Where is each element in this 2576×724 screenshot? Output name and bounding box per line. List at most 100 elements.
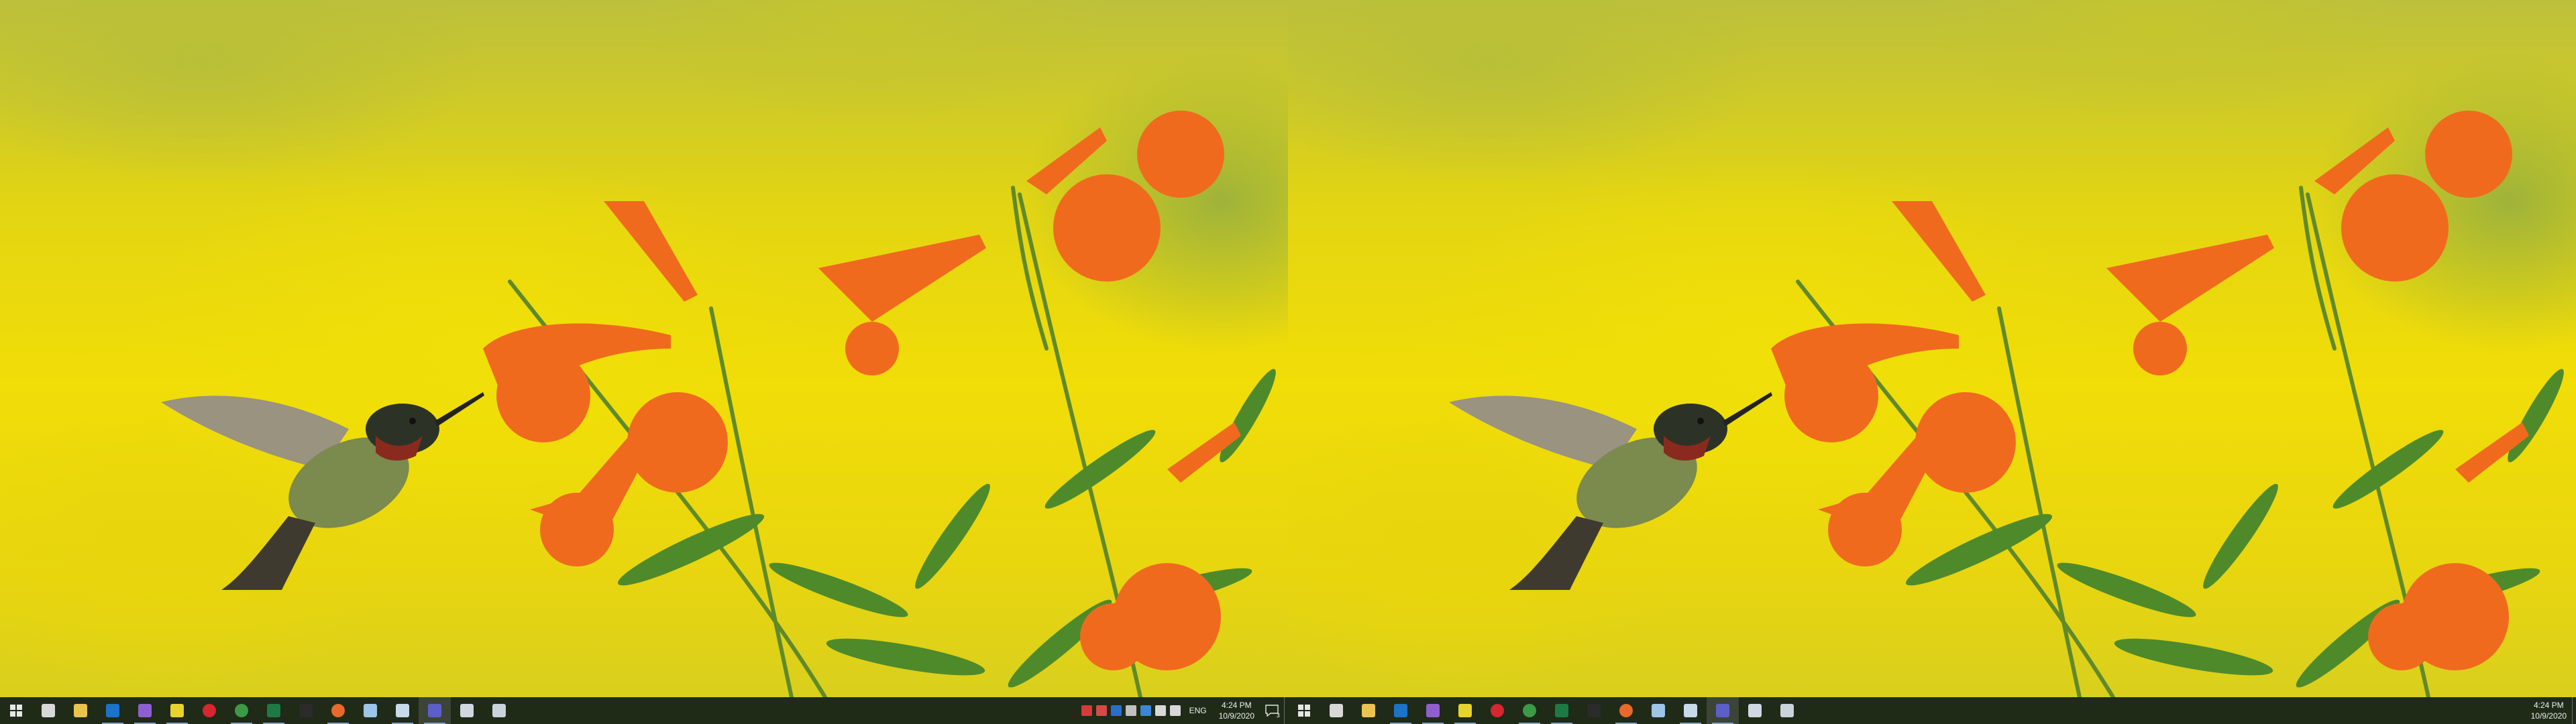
chrome-button[interactable] [225, 697, 258, 724]
chrome-icon [235, 704, 248, 717]
excel-icon [1555, 704, 1568, 717]
outlook-icon [1394, 704, 1407, 717]
leaf [2203, 483, 2278, 589]
tray-app-2-icon[interactable] [1095, 705, 1107, 716]
visual-studio-button[interactable] [1417, 697, 1449, 724]
leaf [1044, 430, 1156, 509]
input-language-indicator[interactable]: ENG [1189, 706, 1207, 715]
flower-stem [709, 306, 794, 697]
hummingbird-beak [1723, 392, 1772, 426]
documents-button[interactable] [386, 697, 419, 724]
start-button[interactable] [0, 697, 32, 724]
taskbar-clock[interactable]: 4:24 PM 10/9/2020 [1219, 700, 1254, 721]
tray-app-4-icon[interactable] [1125, 705, 1136, 716]
primary-monitor: ENG 4:24 PM 10/9/2020 3 [0, 0, 1288, 724]
secondary-tray: 4:24 PM 10/9/2020 [2526, 697, 2576, 724]
firefox-button[interactable] [322, 697, 354, 724]
hummingbird-flowers-artwork [1449, 111, 2564, 697]
volume-icon[interactable] [1169, 705, 1181, 716]
terminal-icon [299, 704, 313, 717]
flower-bloom [540, 493, 614, 566]
taskbar-pinned-apps [0, 697, 515, 724]
leaf [2332, 430, 2444, 509]
visual-studio-icon [138, 704, 152, 717]
desktop-wallpaper [0, 0, 1288, 697]
document-icon [1684, 704, 1697, 717]
task-view-icon [1330, 704, 1343, 717]
search-app-button[interactable] [483, 697, 515, 724]
teams-icon [428, 704, 441, 717]
system-tray: ENG 4:24 PM 10/9/2020 3 [1079, 697, 1288, 724]
sticky-notes-button[interactable] [1449, 697, 1481, 724]
clock-time: 4:24 PM [1221, 701, 1252, 710]
network-icon[interactable] [1155, 705, 1166, 716]
excel-button[interactable] [1546, 697, 1578, 724]
folder-icon [74, 704, 87, 717]
notepad-icon [364, 704, 377, 717]
search-app-button[interactable] [1771, 697, 1803, 724]
notification-count: 3 [1276, 713, 1280, 719]
notepad-icon [1652, 704, 1665, 717]
flower-stem [1997, 306, 2082, 697]
start-button[interactable] [1288, 697, 1320, 724]
cloud-app-button[interactable] [1739, 697, 1771, 724]
flower-bloom [2368, 603, 2435, 670]
windows-logo-icon [10, 705, 22, 717]
terminal-button[interactable] [1578, 697, 1610, 724]
excel-button[interactable] [258, 697, 290, 724]
flower [2106, 235, 2274, 322]
cloud-app-button[interactable] [451, 697, 483, 724]
hummingbird-eye [409, 418, 416, 424]
primary-taskbar: ENG 4:24 PM 10/9/2020 3 [0, 697, 1288, 724]
magnifier-icon [1780, 704, 1794, 717]
tray-app-3-icon[interactable] [1110, 705, 1122, 716]
clock-time: 4:24 PM [2533, 701, 2564, 710]
flower-bloom [2133, 322, 2187, 375]
chrome-icon [1523, 704, 1536, 717]
leaf [915, 483, 990, 589]
flower-stem [2299, 186, 2337, 351]
file-explorer-button[interactable] [64, 697, 97, 724]
flower-bloom [1053, 174, 1161, 282]
desktop-wallpaper [1288, 0, 2576, 697]
flower-bloom [1828, 493, 1902, 566]
tray-app-5-icon[interactable] [1140, 705, 1151, 716]
taskbar-clock[interactable]: 4:24 PM 10/9/2020 [2531, 700, 2567, 721]
tray-icons [1079, 705, 1183, 716]
chrome-button[interactable] [1513, 697, 1546, 724]
flower-bloom [2341, 174, 2449, 282]
hummingbird-tail [1509, 516, 1603, 590]
document-icon [396, 704, 409, 717]
terminal-button[interactable] [290, 697, 322, 724]
notepad-button[interactable] [1642, 697, 1674, 724]
teams-button[interactable] [419, 697, 451, 724]
outlook-button[interactable] [97, 697, 129, 724]
opera-button[interactable] [193, 697, 225, 724]
sticky-notes-button[interactable] [161, 697, 193, 724]
flower [1892, 201, 1986, 302]
cloud-icon [1748, 704, 1762, 717]
leaf [1220, 369, 1276, 463]
leaf [769, 562, 908, 617]
action-center-button[interactable]: 3 [1260, 697, 1284, 724]
visual-studio-icon [1426, 704, 1440, 717]
documents-button[interactable] [1674, 697, 1707, 724]
flower-bloom [1080, 603, 1147, 670]
file-explorer-button[interactable] [1352, 697, 1385, 724]
show-desktop-button[interactable] [2572, 697, 2576, 724]
leaf [2114, 638, 2273, 676]
desktop: ENG 4:24 PM 10/9/2020 3 4:24 PM 10/9/202… [0, 0, 2576, 724]
firefox-button[interactable] [1610, 697, 1642, 724]
hummingbird-tail [221, 516, 315, 590]
notepad-button[interactable] [354, 697, 386, 724]
tray-app-1-icon[interactable] [1081, 705, 1092, 716]
outlook-button[interactable] [1385, 697, 1417, 724]
visual-studio-button[interactable] [129, 697, 161, 724]
opera-button[interactable] [1481, 697, 1513, 724]
task-view-icon [42, 704, 55, 717]
secondary-taskbar: 4:24 PM 10/9/2020 [1288, 697, 2576, 724]
teams-button[interactable] [1707, 697, 1739, 724]
secondary-monitor: 4:24 PM 10/9/2020 [1288, 0, 2576, 724]
task-view-button[interactable] [32, 697, 64, 724]
task-view-button[interactable] [1320, 697, 1352, 724]
